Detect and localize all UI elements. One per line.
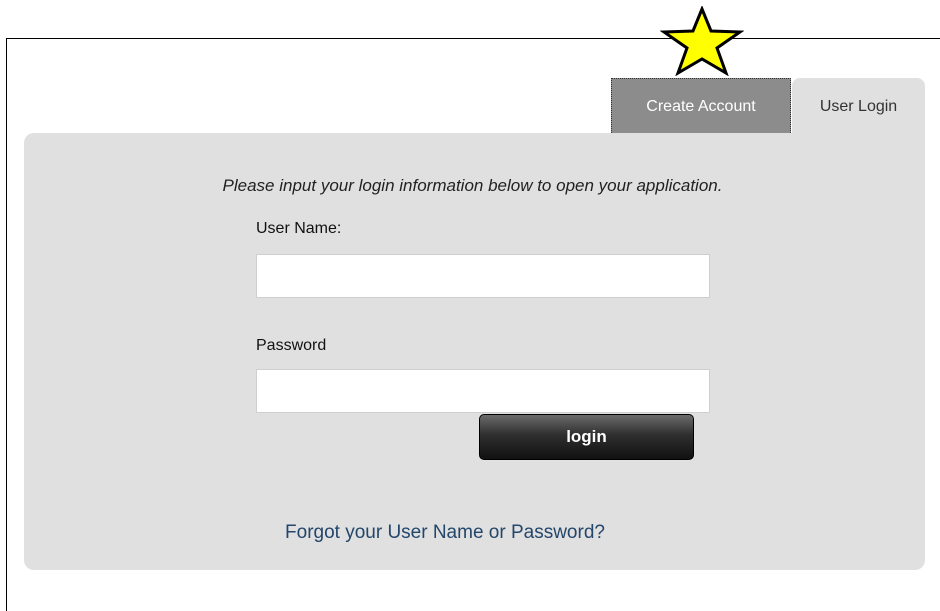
star-icon [660,6,744,76]
login-button[interactable]: login [479,414,694,460]
login-panel [24,133,925,570]
username-input[interactable] [256,254,710,298]
tab-user-login-label: User Login [819,97,898,115]
forgot-credentials-link[interactable]: Forgot your User Name or Password? [0,522,890,544]
username-label: User Name: [256,220,342,237]
password-input[interactable] [256,369,710,413]
tab-create-account-label: Create Account [646,97,756,115]
tab-create-account[interactable]: Create Account [611,78,791,135]
tab-user-login[interactable]: User Login [792,78,925,135]
password-label: Password [256,337,327,354]
login-instructions: Please input your login information belo… [222,176,723,195]
